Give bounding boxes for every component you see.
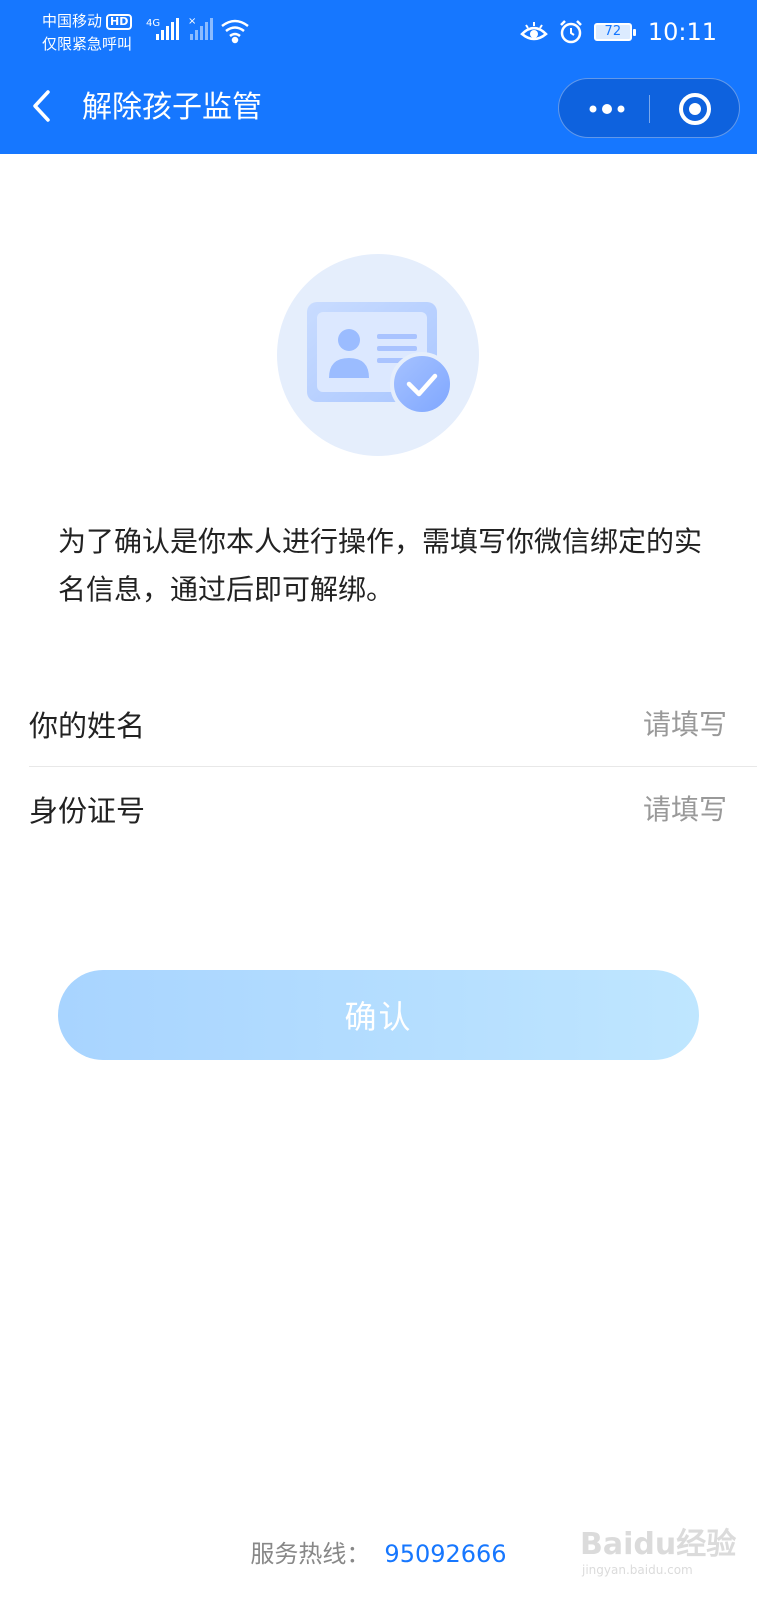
watermark-url: jingyan.baidu.com	[581, 1563, 693, 1577]
svg-text:×: ×	[188, 16, 196, 27]
alarm-clock-icon	[559, 20, 582, 44]
chevron-left-icon	[33, 90, 50, 122]
name-row: 你的姓名	[29, 684, 757, 764]
page-title: 解除孩子监管	[82, 90, 262, 125]
id-card-verified-icon	[277, 254, 479, 456]
confirm-button[interactable]: 确认	[58, 970, 699, 1060]
battery-level: 72	[604, 24, 622, 39]
form-divider	[29, 766, 757, 767]
hd-badge: HD	[106, 13, 133, 30]
name-label: 你的姓名	[29, 709, 146, 743]
carrier-name: 中国移动	[42, 12, 103, 30]
id-number-label: 身份证号	[29, 794, 146, 828]
baidu-jingyan-watermark: Baidu经验 jingyan.baidu.com	[580, 1527, 736, 1577]
mini-program-capsule	[558, 78, 740, 138]
hotline-number-link[interactable]: 95092666	[384, 1540, 506, 1568]
target-circle-icon	[679, 93, 711, 125]
watermark-logo-text: Baidu经验	[580, 1527, 736, 1562]
id-number-row: 身份证号	[29, 769, 757, 849]
wifi-icon	[221, 19, 249, 44]
status-carrier-area: 中国移动 HD 仅限紧急呼叫	[42, 10, 133, 56]
status-time: 10:11	[647, 18, 717, 46]
close-mini-program-button[interactable]	[663, 89, 727, 129]
more-button[interactable]	[577, 89, 637, 129]
network-type-label: 4G	[146, 18, 160, 29]
signal-indicators: 4G ×	[146, 14, 256, 50]
battery-icon: 72	[593, 23, 636, 41]
status-icons-right: 72 10:11	[519, 14, 717, 50]
intro-text: 为了确认是你本人进行操作，需填写你微信绑定的实名信息，通过后即可解绑。	[58, 525, 703, 606]
eye-comfort-icon	[519, 22, 548, 41]
id-number-input[interactable]	[249, 779, 757, 839]
emergency-text: 仅限紧急呼叫	[42, 35, 133, 53]
capsule-divider	[649, 95, 650, 123]
hotline-label: 服务热线：	[250, 1540, 371, 1568]
back-button[interactable]	[26, 86, 56, 126]
name-input[interactable]	[249, 694, 757, 754]
top-bar: 中国移动 HD 仅限紧急呼叫 4G × 72 10:11 解除孩子监管	[0, 0, 757, 154]
no-signal-icon: ×	[188, 16, 213, 40]
more-dots-icon	[589, 104, 625, 114]
